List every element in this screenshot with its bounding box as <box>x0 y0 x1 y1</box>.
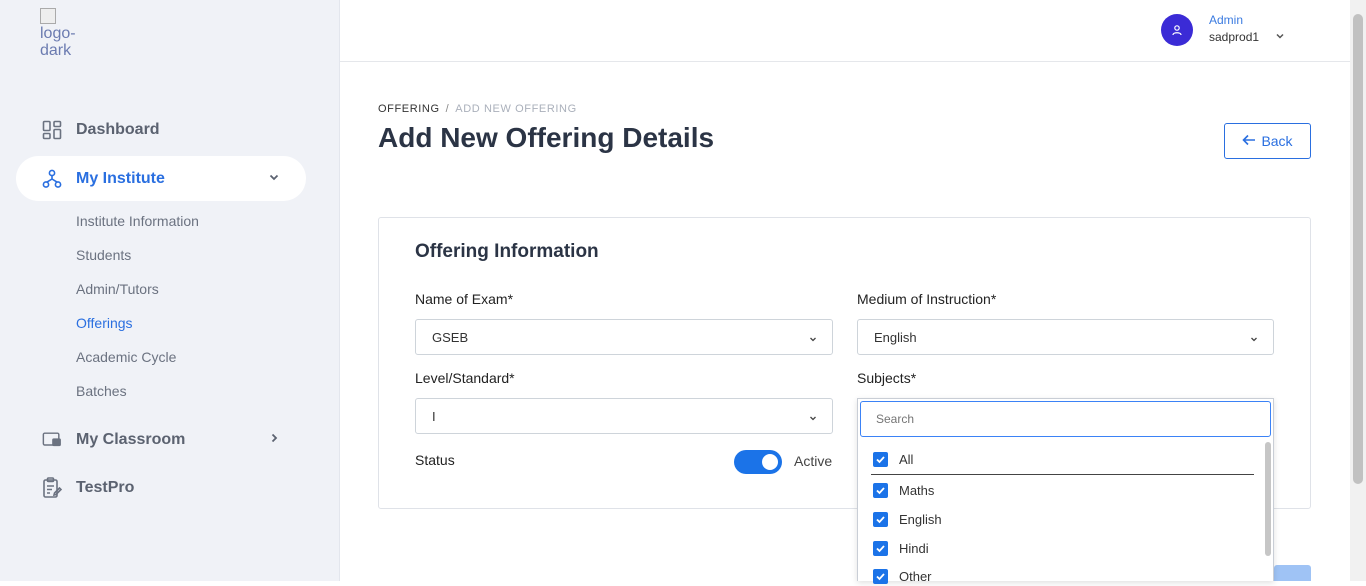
checkbox-checked-icon[interactable] <box>873 540 888 556</box>
status-value: Active <box>794 453 833 469</box>
chevron-down-icon[interactable] <box>1274 29 1286 47</box>
logo-alt-text: logo-dark <box>40 25 76 58</box>
submit-button[interactable] <box>1274 565 1311 581</box>
checkbox-checked-icon[interactable] <box>873 568 888 584</box>
subject-option-english[interactable]: English <box>873 509 942 529</box>
subject-option-all[interactable]: All <box>873 449 913 469</box>
back-button-label: Back <box>1261 133 1293 149</box>
level-select[interactable]: I <box>415 398 833 434</box>
option-label: Maths <box>899 482 935 498</box>
checkbox-checked-icon[interactable] <box>873 482 888 498</box>
status-label: Status <box>415 452 455 468</box>
sidebar-item-my-institute[interactable]: My Institute <box>16 156 306 201</box>
top-header <box>340 0 1350 62</box>
subject-option-other[interactable]: Other <box>873 566 932 586</box>
dashboard-icon <box>42 120 62 140</box>
checkbox-checked-icon[interactable] <box>873 511 888 527</box>
sidebar-subitem-students[interactable]: Students <box>76 247 131 263</box>
sidebar-item-label: My Institute <box>76 169 165 187</box>
sidebar-subitem-admin-tutors[interactable]: Admin/Tutors <box>76 281 159 297</box>
user-name[interactable]: sadprod1 <box>1209 30 1259 44</box>
status-toggle[interactable] <box>734 450 782 474</box>
sidebar-subitem-batches[interactable]: Batches <box>76 383 127 399</box>
hierarchy-icon <box>42 169 62 189</box>
chevron-down-icon <box>808 332 818 347</box>
broken-image-icon <box>40 8 56 24</box>
page-scrollbar-thumb[interactable] <box>1353 14 1363 484</box>
medium-select[interactable]: English <box>857 319 1274 355</box>
sidebar-item-label: Dashboard <box>76 120 160 138</box>
sidebar: logo-dark Dashboard My Institute Institu… <box>0 0 340 581</box>
exam-label: Name of Exam* <box>415 291 514 307</box>
clipboard-edit-icon <box>42 476 62 498</box>
avatar[interactable] <box>1161 14 1193 46</box>
divider <box>871 474 1254 475</box>
option-label: Other <box>899 568 932 584</box>
breadcrumb: OFFERING / ADD NEW OFFERING <box>378 103 577 115</box>
sidebar-subitem-academic-cycle[interactable]: Academic Cycle <box>76 349 176 365</box>
user-role[interactable]: Admin <box>1209 13 1243 27</box>
chevron-down-icon <box>808 411 818 426</box>
arrow-left-icon <box>1242 133 1256 149</box>
section-title: Offering Information <box>415 241 599 262</box>
breadcrumb-separator: / <box>445 103 450 115</box>
subject-option-maths[interactable]: Maths <box>873 480 934 500</box>
subjects-label: Subjects* <box>857 370 917 386</box>
checkbox-checked-icon[interactable] <box>873 451 888 467</box>
breadcrumb-parent[interactable]: OFFERING <box>378 103 440 115</box>
back-button[interactable]: Back <box>1224 123 1311 159</box>
medium-label: Medium of Instruction* <box>857 291 997 307</box>
option-label: English <box>899 511 942 527</box>
subjects-search-input[interactable] <box>860 401 1271 437</box>
breadcrumb-current: ADD NEW OFFERING <box>455 103 577 115</box>
medium-select-value: English <box>874 329 917 345</box>
sidebar-item-label: TestPro <box>76 478 135 496</box>
option-label: All <box>899 451 914 467</box>
sidebar-item-dashboard[interactable]: Dashboard <box>16 107 306 152</box>
dropdown-scrollbar[interactable] <box>1265 442 1271 556</box>
toggle-knob <box>762 454 778 470</box>
option-label: Hindi <box>899 540 929 556</box>
sidebar-item-testpro[interactable]: TestPro <box>16 465 306 510</box>
level-label: Level/Standard* <box>415 370 515 386</box>
sidebar-subitem-institute-information[interactable]: Institute Information <box>76 213 199 229</box>
chevron-down-icon[interactable] <box>268 170 280 186</box>
chevron-down-icon <box>1249 332 1259 347</box>
chevron-right-icon[interactable] <box>268 431 280 447</box>
page-title: Add New Offering Details <box>378 122 715 153</box>
logo[interactable]: logo-dark <box>40 8 80 58</box>
level-select-value: I <box>432 408 436 424</box>
exam-select[interactable]: GSEB <box>415 319 833 355</box>
subject-option-hindi[interactable]: Hindi <box>873 538 929 558</box>
sidebar-item-my-classroom[interactable]: My Classroom <box>16 417 306 462</box>
exam-select-value: GSEB <box>432 329 469 345</box>
sidebar-subitem-offerings[interactable]: Offerings <box>76 315 133 331</box>
classroom-icon <box>42 430 62 450</box>
sidebar-item-label: My Classroom <box>76 430 186 448</box>
